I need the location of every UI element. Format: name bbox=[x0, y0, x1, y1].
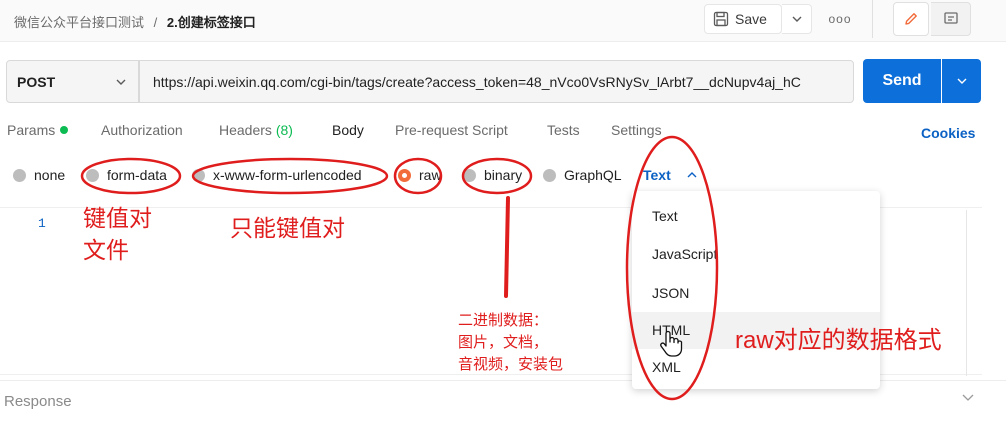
breadcrumb: 微信公众平台接口测试 / 2.创建标签接口 bbox=[14, 12, 256, 31]
tab-headers[interactable]: Headers (8) bbox=[219, 122, 293, 138]
comments-button[interactable] bbox=[931, 2, 971, 36]
comment-icon bbox=[943, 12, 958, 24]
url-input[interactable]: https://api.weixin.qq.com/cgi-bin/tags/c… bbox=[139, 60, 854, 103]
radio-raw-label: raw bbox=[419, 167, 442, 183]
cookies-link[interactable]: Cookies bbox=[921, 125, 975, 141]
line-number: 1 bbox=[38, 216, 46, 231]
radio-form-data[interactable]: form-data bbox=[86, 167, 167, 183]
raw-format-label: Text bbox=[643, 167, 671, 183]
binary-note-line2: 图片，文档， bbox=[458, 334, 549, 351]
tab-body[interactable]: Body bbox=[332, 122, 364, 138]
breadcrumb-collection[interactable]: 微信公众平台接口测试 bbox=[14, 15, 144, 30]
tab-settings[interactable]: Settings bbox=[611, 122, 662, 138]
raw-format-select[interactable]: Text bbox=[643, 167, 697, 183]
save-button[interactable]: Save bbox=[704, 4, 782, 34]
save-icon bbox=[713, 11, 729, 27]
more-actions-button[interactable]: ooo bbox=[824, 7, 856, 31]
radio-none-label: none bbox=[34, 167, 66, 183]
radio-circle bbox=[86, 168, 99, 182]
save-options-button[interactable] bbox=[782, 4, 812, 34]
binary-note: 二进制数据： 图片，文档， 音视频，安装包 bbox=[458, 310, 563, 376]
radio-circle bbox=[13, 168, 26, 182]
chevron-down-icon bbox=[957, 78, 966, 84]
dropdown-item-xml[interactable]: XML bbox=[652, 359, 681, 375]
breadcrumb-separator: / bbox=[153, 15, 158, 30]
active-dot-icon bbox=[60, 126, 69, 134]
radio-none[interactable]: none bbox=[13, 167, 65, 183]
form-data-note-line1: 键值对 bbox=[83, 205, 152, 231]
form-data-note: 键值对 文件 bbox=[83, 202, 152, 266]
tab-authorization[interactable]: Authorization bbox=[101, 122, 183, 138]
radio-urlencoded[interactable]: x-www-form-urlencoded bbox=[192, 167, 362, 183]
chevron-up-icon bbox=[687, 172, 697, 178]
chevron-down-icon[interactable] bbox=[962, 394, 974, 401]
method-select[interactable]: POST bbox=[6, 60, 139, 103]
tab-params-label: Params bbox=[7, 122, 56, 138]
response-section-title[interactable]: Response bbox=[4, 393, 72, 410]
method-label: POST bbox=[17, 73, 56, 90]
tab-prerequest-script[interactable]: Pre-request Script bbox=[395, 122, 508, 138]
header-divider bbox=[872, 0, 873, 38]
binary-note-line3: 音视频，安装包 bbox=[458, 356, 564, 373]
tab-headers-label: Headers bbox=[219, 122, 272, 138]
radio-binary-label: binary bbox=[484, 167, 523, 183]
edit-button[interactable] bbox=[893, 2, 929, 36]
radio-raw[interactable]: raw bbox=[398, 167, 442, 183]
editor-scrollbar[interactable] bbox=[966, 210, 976, 376]
radio-form-data-label: form-data bbox=[107, 167, 167, 183]
radio-circle-selected bbox=[398, 168, 411, 182]
send-button[interactable]: Send bbox=[863, 59, 941, 103]
save-label: Save bbox=[735, 11, 767, 27]
headers-count: (8) bbox=[275, 122, 293, 138]
dropdown-item-text[interactable]: Text bbox=[652, 208, 678, 224]
chevron-down-icon bbox=[792, 16, 801, 22]
radio-circle bbox=[543, 168, 556, 182]
raw-format-note: raw对应的数据格式 bbox=[735, 327, 942, 354]
pencil-icon bbox=[905, 13, 917, 25]
radio-circle bbox=[463, 168, 476, 182]
hand-cursor-icon bbox=[660, 330, 683, 357]
radio-circle bbox=[192, 168, 205, 182]
tab-params[interactable]: Params bbox=[7, 122, 69, 138]
radio-binary[interactable]: binary bbox=[463, 167, 522, 183]
chevron-down-icon bbox=[116, 79, 126, 85]
breadcrumb-request-name[interactable]: 2.创建标签接口 bbox=[167, 15, 256, 30]
send-options-button[interactable] bbox=[942, 59, 981, 103]
dropdown-item-javascript[interactable]: JavaScript bbox=[652, 246, 717, 262]
tab-tests[interactable]: Tests bbox=[547, 122, 580, 138]
urlencoded-note: 只能键值对 bbox=[230, 215, 345, 241]
radio-urlencoded-label: x-www-form-urlencoded bbox=[213, 167, 362, 183]
form-data-note-line2: 文件 bbox=[83, 237, 129, 263]
dropdown-item-json[interactable]: JSON bbox=[652, 285, 689, 301]
radio-graphql[interactable]: GraphQL bbox=[543, 167, 622, 183]
binary-note-line1: 二进制数据： bbox=[458, 312, 549, 329]
radio-graphql-label: GraphQL bbox=[564, 167, 622, 183]
